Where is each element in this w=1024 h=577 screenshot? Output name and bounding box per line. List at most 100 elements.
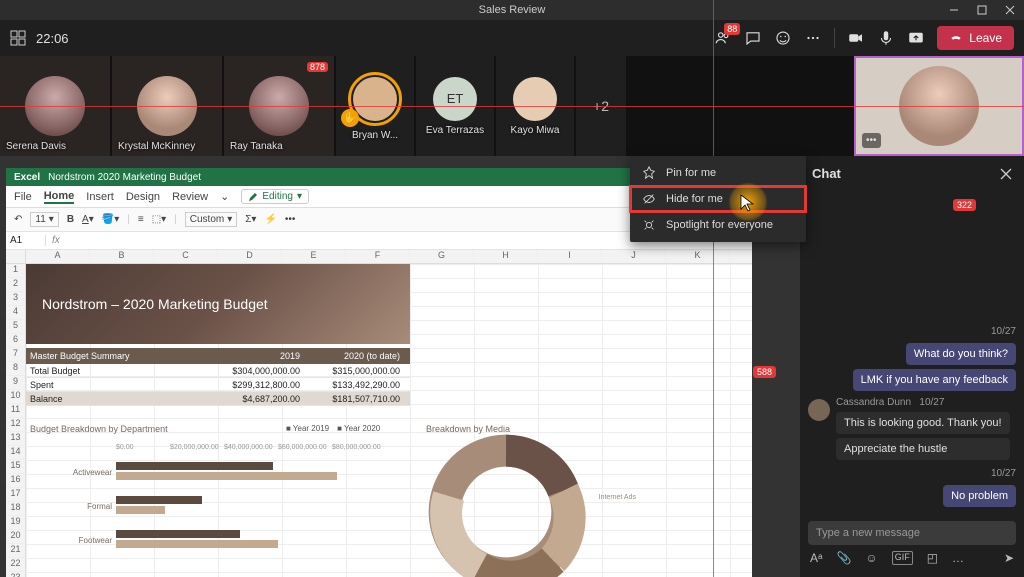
cursor-icon [740,194,754,212]
excel-tab-design[interactable]: Design [126,191,160,203]
message-sender: Cassandra Dunn [836,397,911,408]
chat-message-other[interactable]: This is looking good. Thank you! [836,412,1010,434]
excel-tab-file[interactable]: File [14,191,32,203]
share-screen-icon[interactable] [907,29,925,47]
emoji-icon[interactable]: ☺ [865,551,877,565]
column-header[interactable]: E [282,250,346,263]
participant-name: Serena Davis [6,141,66,152]
column-header[interactable]: F [346,250,410,263]
excel-document-title: Nordstrom 2020 Marketing Budget [48,172,201,183]
dept-bar-chart: $0.00 $20,000,000.00 $40,000,000.00 $60,… [46,444,386,554]
compose-more-icon[interactable]: … [952,551,964,565]
excel-tab-more-icon[interactable]: ⌄ [220,190,229,203]
chat-message-self[interactable]: What do you think? [906,343,1016,365]
chat-input[interactable]: Type a new message [808,521,1016,545]
chat-unread-badge: 322 [953,199,976,211]
leave-button[interactable]: Leave [937,26,1014,50]
excel-tab-home[interactable]: Home [44,190,75,204]
more-actions-icon[interactable] [804,29,822,47]
chat-close-icon[interactable] [1000,168,1012,180]
participant-name: Krystal McKinney [118,141,195,152]
align-icon[interactable]: ≡ [138,214,144,225]
tile-more-icon[interactable]: ••• [862,133,881,148]
toolbar-more-icon[interactable]: ••• [285,214,296,225]
number-format-select[interactable]: Custom ▾ [185,212,237,227]
column-header[interactable]: K [666,250,730,263]
chat-panel: Chat 322 10/27 What do you think? LMK if… [800,156,1024,577]
participants-icon[interactable]: 88 [714,29,732,47]
column-header[interactable]: C [154,250,218,263]
participants-badge: 88 [724,23,740,35]
chat-icon[interactable] [744,29,762,47]
budget-summary-table: Master Budget Summary 2019 2020 (to date… [26,348,410,406]
ctx-pin-for-me[interactable]: Pin for me [630,160,806,186]
avatar: ET [433,77,477,121]
autosum-icon[interactable]: Σ▾ [245,214,256,225]
message-date: 10/27 [991,326,1016,337]
format-icon[interactable]: Aᵃ [810,551,822,565]
column-header[interactable]: B [90,250,154,263]
merge-icon[interactable]: ⬚▾ [152,214,166,225]
toolbar-divider [834,28,835,48]
cell-reference[interactable]: A1 [6,235,46,246]
annotation-guide [0,106,1024,107]
chat-message-self[interactable]: No problem [943,485,1016,507]
column-header[interactable]: H [474,250,538,263]
chat-title: Chat [812,166,841,181]
excel-tab-insert[interactable]: Insert [86,191,114,203]
gif-icon[interactable]: GIF [892,551,913,565]
send-icon[interactable]: ➤ [1004,551,1014,565]
chat-input-placeholder: Type a new message [816,527,920,539]
message-date: 10/27 [919,397,944,408]
raised-hand-icon: ✋ [341,109,359,127]
window-minimize-button[interactable] [940,0,968,20]
excel-editing-mode[interactable]: Editing ▾ [241,189,309,204]
participant-badge: 878 [307,62,328,72]
participant-name: Ray Tanaka [230,141,283,152]
undo-icon[interactable]: ↶ [14,214,22,225]
media-donut-chart: Internet Ads Social Media [426,432,626,577]
column-header[interactable]: G [410,250,474,263]
window-title: Sales Review [479,4,546,16]
message-date: 10/27 [991,468,1016,479]
annotation-badge: 588 [753,366,776,378]
leave-button-label: Leave [969,31,1002,45]
flash-icon[interactable]: ⚡ [264,214,276,225]
camera-icon[interactable] [847,29,865,47]
chat-message-self[interactable]: LMK if you have any feedback [853,369,1016,391]
column-header[interactable]: A [26,250,90,263]
window-maximize-button[interactable] [968,0,996,20]
row-headers: 1234567891011121314151617181920212223242… [6,264,26,577]
chat-message-other[interactable]: Appreciate the hustle [836,438,1010,460]
layout-grid-icon[interactable] [10,30,26,46]
meeting-duration: 22:06 [36,31,69,46]
participant-name: Bryan W... [352,130,398,141]
participant-name: Eva Terrazas [426,125,484,136]
meeting-topbar: 22:06 88 Leave [0,20,1024,56]
font-color-icon[interactable]: A▾ [82,214,94,225]
window-close-button[interactable] [996,0,1024,20]
column-header[interactable]: D [218,250,282,263]
sheet-banner: Nordstrom – 2020 Marketing Budget [26,264,410,344]
window-titlebar: Sales Review [0,0,1024,20]
bold-icon[interactable]: B [67,214,74,225]
attach-icon[interactable]: 📎 [836,551,851,565]
ctx-hide-for-me[interactable]: Hide for me [630,186,806,212]
ctx-spotlight[interactable]: Spotlight for everyone [630,212,806,238]
microphone-icon[interactable] [877,29,895,47]
column-header[interactable]: I [538,250,602,263]
reactions-icon[interactable] [774,29,792,47]
column-header[interactable]: J [602,250,666,263]
excel-tab-review[interactable]: Review [172,191,208,203]
participant-name: Kayo Miwa [511,125,560,136]
chat-message-group: Cassandra Dunn 10/27 This is looking goo… [808,397,1010,460]
participant-context-menu: Pin for me Hide for me Spotlight for eve… [630,156,806,242]
excel-sheet[interactable]: A B C D E F G H I J K 123456789101112131… [6,250,752,577]
fx-icon[interactable]: fx [46,235,66,246]
excel-app-label: Excel [14,172,40,183]
chart-title: Budget Breakdown by Department [30,424,168,434]
font-size-select[interactable]: 11 ▾ [30,212,58,227]
avatar [808,399,830,421]
fill-color-icon[interactable]: 🪣▾ [102,214,119,225]
sticker-icon[interactable]: ◰ [927,551,938,565]
